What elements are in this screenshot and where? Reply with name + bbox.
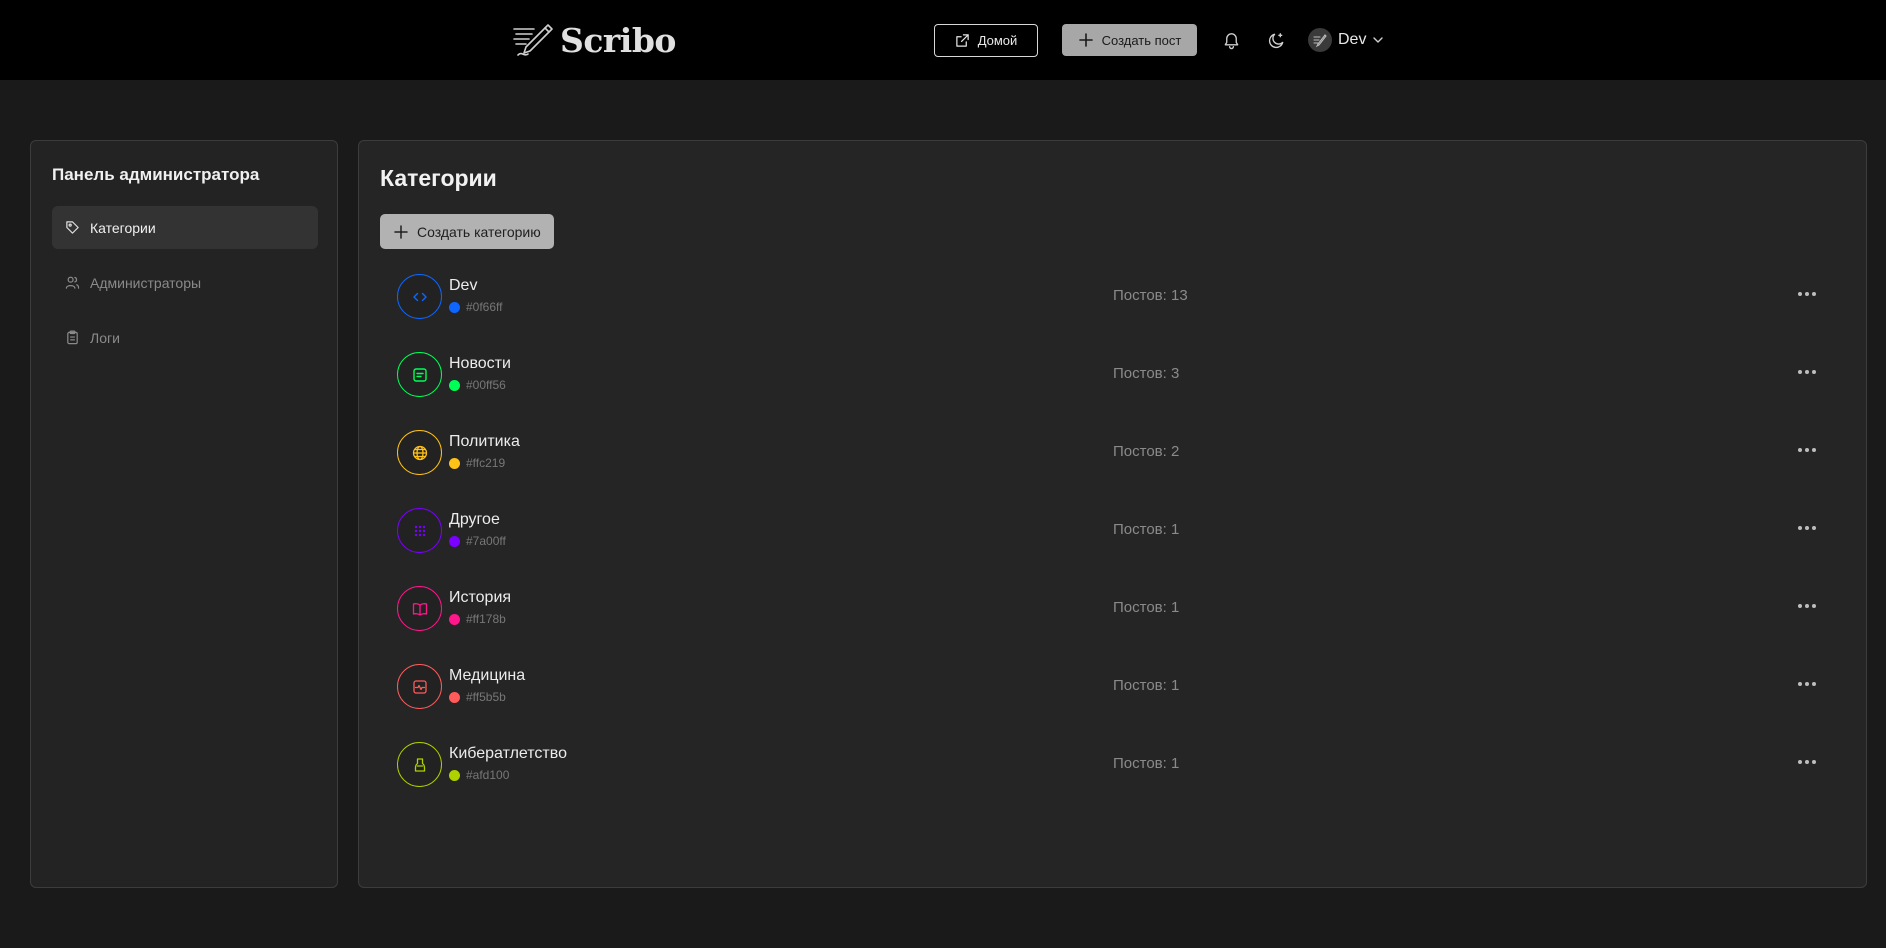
category-color: #ff5b5b xyxy=(449,690,506,704)
sidebar-item-label: Администраторы xyxy=(90,274,202,291)
sidebar-title: Панель администратора xyxy=(52,165,260,184)
more-options-icon[interactable] xyxy=(1793,518,1821,538)
category-name: Медицина xyxy=(449,667,526,684)
category-row-medicine[interactable]: Медицина #ff5b5b Постов: 1 xyxy=(397,656,1847,720)
category-name: Кибератлетство xyxy=(449,745,567,762)
user-menu[interactable]: Dev xyxy=(1308,27,1384,53)
globe-icon xyxy=(412,445,427,460)
category-color: #ff178b xyxy=(449,612,506,626)
create-category-label: Создать категорию xyxy=(417,223,541,240)
code-icon xyxy=(412,292,427,301)
heart-monitor-icon xyxy=(412,679,427,694)
category-post-count: Постов: 2 xyxy=(1113,443,1180,460)
category-color: #00ff56 xyxy=(449,378,506,392)
logo[interactable]: Scribo xyxy=(512,20,676,60)
top-navbar: Scribo Домой Создать пост Dev xyxy=(0,0,1886,80)
color-dot xyxy=(449,301,460,313)
sidebar-item-label: Категории xyxy=(90,219,156,236)
category-row-history[interactable]: История #ff178b Постов: 1 xyxy=(397,578,1847,642)
color-dot xyxy=(449,691,460,703)
category-post-count: Постов: 3 xyxy=(1113,365,1180,382)
more-options-icon[interactable] xyxy=(1793,596,1821,616)
sidebar-item-categories[interactable]: Категории xyxy=(52,206,318,249)
chevron-down-icon xyxy=(1373,37,1384,43)
avatar xyxy=(1308,28,1332,52)
user-name: Dev xyxy=(1338,31,1367,48)
home-button-label: Домой xyxy=(977,33,1018,48)
users-icon xyxy=(65,276,80,289)
category-color: #afd100 xyxy=(449,768,509,782)
avatar-logo-icon xyxy=(1313,34,1327,48)
create-post-label: Создать пост xyxy=(1101,32,1182,48)
category-name: История xyxy=(449,589,512,606)
category-hex: #ff178b xyxy=(466,612,506,626)
feather-pen-icon xyxy=(513,24,553,56)
category-color: #7a00ff xyxy=(449,534,506,548)
category-icon-badge xyxy=(397,742,442,787)
home-button[interactable]: Домой xyxy=(934,24,1038,57)
category-hex: #7a00ff xyxy=(466,534,506,548)
more-options-icon[interactable] xyxy=(1793,440,1821,460)
book-icon xyxy=(412,602,427,616)
plus-icon xyxy=(394,224,408,239)
category-name: Новости xyxy=(449,355,511,372)
tag-icon xyxy=(66,221,79,234)
page-title: Категории xyxy=(380,165,497,191)
category-post-count: Постов: 1 xyxy=(1113,599,1180,616)
category-post-count: Постов: 1 xyxy=(1113,677,1180,694)
category-icon-badge xyxy=(397,586,442,631)
category-post-count: Постов: 13 xyxy=(1113,287,1188,304)
color-dot xyxy=(449,535,460,547)
category-hex: #0f66ff xyxy=(466,300,503,314)
color-dot xyxy=(449,613,460,625)
category-row-esports[interactable]: Кибератлетство #afd100 Постов: 1 xyxy=(397,734,1847,798)
categories-panel: Категории Создать категорию Dev #0f66ff … xyxy=(358,140,1867,888)
category-icon-badge xyxy=(397,508,442,553)
create-post-button[interactable]: Создать пост xyxy=(1062,24,1197,56)
more-options-icon[interactable] xyxy=(1793,752,1821,772)
category-name: Dev xyxy=(449,277,478,294)
category-hex: #afd100 xyxy=(466,768,510,782)
category-hex: #00ff56 xyxy=(466,378,506,392)
gamepad-icon xyxy=(414,757,425,772)
category-post-count: Постов: 1 xyxy=(1113,521,1180,538)
clipboard-icon xyxy=(67,330,78,345)
color-dot xyxy=(449,769,460,781)
more-options-icon[interactable] xyxy=(1793,284,1821,304)
plus-icon xyxy=(1078,33,1093,47)
category-post-count: Постов: 1 xyxy=(1113,755,1180,772)
category-hex: #ff5b5b xyxy=(466,690,506,704)
admin-sidebar: Панель администратора Категории Админист… xyxy=(30,140,338,888)
sidebar-item-label: Логи xyxy=(90,329,120,346)
category-row-news[interactable]: Новости #00ff56 Постов: 3 xyxy=(397,344,1847,408)
category-name: Политика xyxy=(449,433,520,450)
sidebar-item-admins[interactable]: Администраторы xyxy=(52,261,318,304)
notifications-bell-icon[interactable] xyxy=(1219,28,1243,52)
category-icon-badge xyxy=(397,352,442,397)
category-icon-badge xyxy=(397,430,442,475)
color-dot xyxy=(449,379,460,391)
category-name: Другое xyxy=(449,511,500,528)
category-color: #0f66ff xyxy=(449,300,502,314)
category-color: #ffc219 xyxy=(449,456,505,470)
category-row-other[interactable]: Другое #7a00ff Постов: 1 xyxy=(397,500,1847,564)
theme-moon-icon[interactable] xyxy=(1264,28,1288,52)
news-icon xyxy=(412,367,427,382)
external-link-icon xyxy=(955,34,969,47)
color-dot xyxy=(449,457,460,469)
grid-dots-icon xyxy=(414,525,425,536)
more-options-icon[interactable] xyxy=(1793,362,1821,382)
category-icon-badge xyxy=(397,274,442,319)
category-row-dev[interactable]: Dev #0f66ff Постов: 13 xyxy=(397,266,1847,330)
more-options-icon[interactable] xyxy=(1793,674,1821,694)
category-row-politics[interactable]: Политика #ffc219 Постов: 2 xyxy=(397,422,1847,486)
logo-text: Scribo xyxy=(560,20,676,60)
create-category-button[interactable]: Создать категорию xyxy=(380,214,554,249)
sidebar-item-logs[interactable]: Логи xyxy=(52,316,318,359)
category-icon-badge xyxy=(397,664,442,709)
category-hex: #ffc219 xyxy=(466,456,506,470)
